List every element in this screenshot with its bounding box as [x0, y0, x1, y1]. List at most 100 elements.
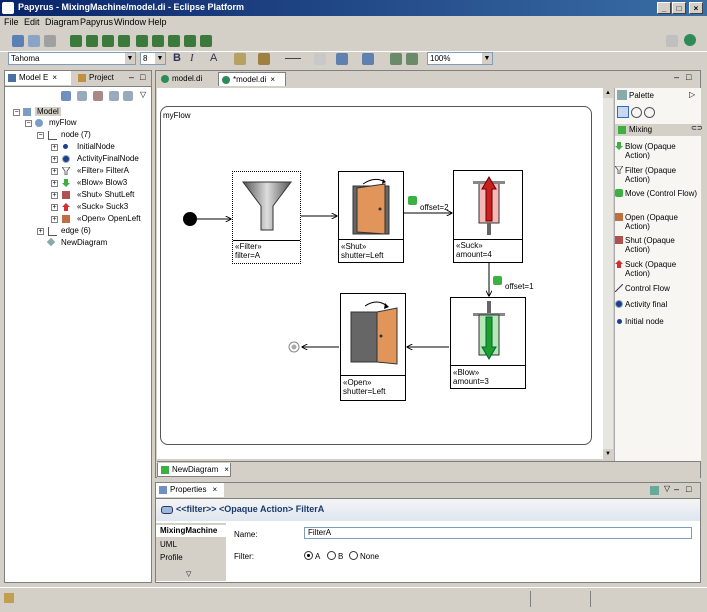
zoom-in-icon[interactable] [631, 107, 642, 118]
fill-color-icon[interactable] [234, 53, 246, 65]
collapse-all-icon[interactable] [123, 91, 133, 101]
tree-item-node[interactable]: «Shut» ShutLeft [77, 190, 134, 199]
close-icon[interactable]: × [224, 465, 229, 474]
palette-drawer-mixing[interactable]: Mixing ⊂⊃ [615, 124, 703, 136]
pin-view-icon[interactable] [650, 486, 659, 495]
sections-scroll-down-icon[interactable]: ▽ [186, 570, 191, 578]
line-color-icon[interactable] [258, 53, 270, 65]
tab-new-diagram[interactable]: NewDiagram × [157, 463, 231, 477]
router-icon[interactable] [336, 53, 348, 65]
expand-toggle[interactable]: + [51, 168, 58, 175]
tree-item-node[interactable]: ActivityFinalNode [77, 154, 139, 163]
palette-item-initial-node[interactable]: Initial node [617, 317, 699, 326]
expand-toggle[interactable]: + [51, 216, 58, 223]
tab-model-di-dirty[interactable]: *model.di × [218, 72, 286, 86]
maximize-view-icon[interactable]: □ [140, 72, 145, 82]
section-profile[interactable]: Profile [156, 552, 226, 564]
font-color-button[interactable]: A [210, 52, 217, 64]
expand-toggle[interactable]: + [51, 156, 58, 163]
tab-project[interactable]: Project [75, 71, 127, 85]
expand-toggle[interactable]: + [51, 204, 58, 211]
tab-properties[interactable]: Properties × [156, 483, 224, 497]
tree-item-edge-group[interactable]: edge (6) [61, 226, 91, 235]
align-middle-icon[interactable] [136, 35, 148, 47]
open-perspective-icon[interactable] [666, 35, 678, 47]
name-input[interactable]: FilterA [304, 527, 692, 539]
scroll-up-icon[interactable]: ▲ [603, 88, 613, 98]
match-height-icon[interactable] [184, 35, 196, 47]
font-size-select[interactable]: 8 ▼ [140, 52, 166, 65]
close-icon[interactable]: × [52, 73, 57, 82]
menu-papyrus[interactable]: Papyrus [80, 17, 113, 27]
close-icon[interactable]: × [270, 75, 275, 84]
zoom-select[interactable]: 100% ▼ [427, 52, 493, 65]
scroll-down-icon[interactable]: ▼ [603, 449, 613, 459]
close-button[interactable]: × [689, 2, 703, 14]
match-width-icon[interactable] [168, 35, 180, 47]
blow-action-node[interactable]: «Blow» amount=3 [450, 297, 526, 389]
search-icon[interactable] [77, 91, 87, 101]
line-width-icon[interactable] [314, 53, 326, 65]
tab-model-explorer[interactable]: Model E × [5, 71, 71, 85]
initial-node[interactable] [183, 212, 197, 226]
sort-icon[interactable] [93, 91, 103, 101]
palette-item-suck[interactable]: Suck (Opaque Action) [615, 260, 697, 278]
menu-file[interactable]: File [4, 17, 19, 27]
save-all-icon[interactable] [28, 35, 40, 47]
palette-item-activity-final[interactable]: Activity final [615, 300, 699, 309]
radio-filter-none[interactable] [349, 551, 358, 560]
palette-item-control-flow[interactable]: Control Flow [615, 284, 699, 293]
tree-item-model[interactable]: Model [35, 107, 61, 116]
minimize-editor-icon[interactable]: – [674, 72, 679, 82]
expand-toggle[interactable]: + [51, 144, 58, 151]
align-bottom-icon[interactable] [152, 35, 164, 47]
edge-label-offset[interactable]: offset=1 [505, 282, 534, 291]
filter-action-node[interactable]: «Filter» filter=A [232, 171, 301, 264]
zoom-out-icon[interactable] [644, 107, 655, 118]
pin-icon[interactable]: ⊂⊃ [691, 124, 703, 132]
maximize-button[interactable]: □ [672, 2, 686, 14]
suck-action-node[interactable]: «Suck» amount=4 [453, 170, 523, 263]
palette-item-shut[interactable]: Shut (Opaque Action) [615, 236, 697, 254]
expand-toggle[interactable]: + [51, 180, 58, 187]
tab-model-di[interactable]: model.di [158, 72, 214, 86]
font-select[interactable]: Tahoma ▼ [8, 52, 136, 65]
align-left-icon[interactable] [70, 35, 82, 47]
align-top-icon[interactable] [118, 35, 130, 47]
line-style-icon[interactable] [285, 58, 301, 59]
bold-button[interactable]: B [173, 52, 181, 64]
tree-item-node[interactable]: «Suck» Suck3 [77, 202, 128, 211]
link-editor-icon[interactable] [61, 91, 71, 101]
show-hide-icon[interactable] [390, 53, 402, 65]
collapse-toggle[interactable]: − [13, 109, 20, 116]
palette-collapse-icon[interactable]: ▷ [689, 90, 695, 99]
minimize-view-icon[interactable]: – [129, 72, 134, 82]
palette-item-blow[interactable]: Blow (Opaque Action) [615, 142, 697, 160]
menu-window[interactable]: Window [114, 17, 146, 27]
palette-item-move[interactable]: Move (Control Flow) [615, 189, 697, 198]
view-menu-icon[interactable]: ▽ [140, 90, 146, 99]
section-mixingmachine[interactable]: MixingMachine [156, 525, 226, 537]
tree-item-node[interactable]: «Open» OpenLeft [77, 214, 141, 223]
tree-item-node[interactable]: «Blow» Blow3 [77, 178, 127, 187]
menu-help[interactable]: Help [148, 17, 167, 27]
radio-filter-b[interactable] [327, 551, 336, 560]
shut-action-node[interactable]: «Shut» shutter=Left [338, 171, 404, 263]
save-icon[interactable] [12, 35, 24, 47]
tree-item-node-group[interactable]: node (7) [61, 130, 91, 139]
remove-icon[interactable] [406, 53, 418, 65]
select-tool-icon[interactable] [617, 106, 629, 118]
maximize-editor-icon[interactable]: □ [686, 72, 691, 82]
tree-item-node[interactable]: «Filter» FilterA [77, 166, 129, 175]
papyrus-perspective-icon[interactable] [684, 34, 696, 46]
palette-item-filter[interactable]: Filter (Opaque Action) [615, 166, 697, 184]
minimize-view-icon[interactable]: – [674, 484, 679, 494]
view-menu-icon[interactable]: ▽ [664, 484, 670, 493]
vertical-scrollbar[interactable]: ▲ ▼ [603, 88, 613, 459]
section-uml[interactable]: UML [156, 539, 226, 551]
maximize-view-icon[interactable]: □ [686, 484, 691, 494]
radio-filter-a[interactable] [304, 551, 313, 560]
collapse-toggle[interactable]: − [25, 120, 32, 127]
tree-item-diagram[interactable]: NewDiagram [61, 238, 107, 247]
close-icon[interactable]: × [212, 485, 217, 494]
